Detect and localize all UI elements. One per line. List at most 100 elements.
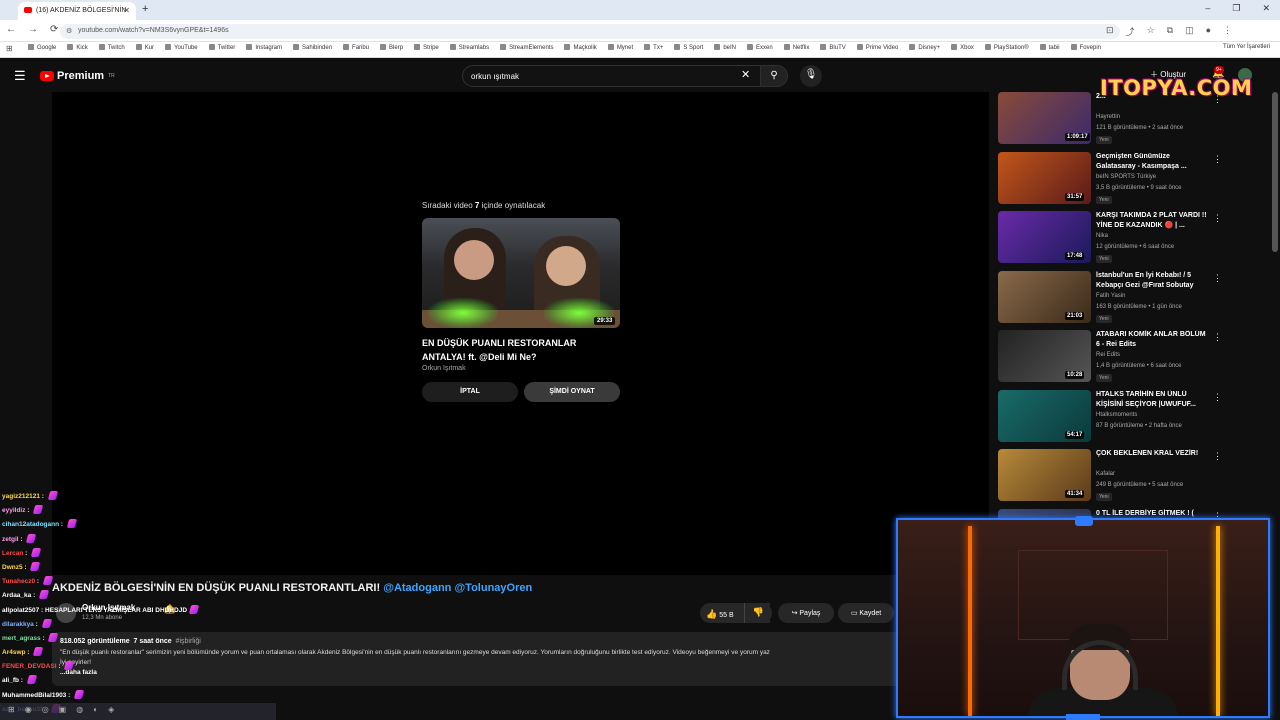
voice-search-button[interactable]: 🎙: [800, 65, 822, 87]
next-video-thumbnail[interactable]: [422, 218, 620, 328]
channel-name[interactable]: Kafalar: [1096, 471, 1115, 477]
bookmark-item[interactable]: beIN: [714, 44, 736, 51]
video-title[interactable]: Geçmişten Günümüze Galatasaray - Kasımpa…: [1096, 152, 1208, 172]
search-button[interactable]: ⚲: [760, 65, 788, 87]
bookmark-item[interactable]: YouTube: [165, 44, 198, 51]
bookmark-item[interactable]: Twitch: [99, 44, 125, 51]
bookmark-item[interactable]: Sahibinden: [293, 44, 332, 51]
close-window-icon[interactable]: ✕: [1262, 3, 1270, 14]
recommended-video[interactable]: 31:57 Geçmişten Günümüze Galatasaray - Ka…: [998, 151, 1228, 204]
video-title[interactable]: HTALKS TARİHİN EN ÜNLÜ KİŞİSİNİ SEÇİYOR …: [1096, 390, 1208, 410]
mentioned-channels[interactable]: @Atadogann @TolunayOren: [383, 582, 532, 594]
taskbar-app-icon[interactable]: ◍: [76, 705, 83, 714]
bookmark-item[interactable]: Netflix: [784, 44, 810, 51]
recommended-video[interactable]: 41:34 ÇOK BEKLENEN KRAL VEZİR! Kafalar 249 …: [998, 449, 1228, 501]
bookmark-item[interactable]: tabii: [1040, 44, 1060, 51]
search-input[interactable]: orkun ışıtmak: [462, 65, 762, 87]
browser-tab-strip: [0, 0, 1280, 20]
channel-name[interactable]: Hayrettin: [1096, 114, 1120, 120]
bookmark-item[interactable]: BluTV: [820, 44, 845, 51]
more-actions-icon[interactable]: ⋮: [1213, 332, 1222, 343]
more-actions-icon[interactable]: ⋮: [1213, 154, 1222, 165]
more-actions-icon[interactable]: ⋮: [1213, 273, 1222, 284]
install-icon[interactable]: ⊡: [1106, 25, 1114, 38]
bookmark-item[interactable]: Instagram: [246, 44, 282, 51]
close-tab-icon[interactable]: ✕: [123, 6, 130, 15]
recommended-video[interactable]: 54:17 HTALKS TARİHİN EN ÜNLÜ KİŞİSİNİ SEÇ…: [998, 389, 1228, 442]
bookmark-item[interactable]: Tx+: [644, 44, 663, 51]
taskbar-app-icon[interactable]: ◉: [25, 705, 32, 714]
maximize-icon[interactable]: ❐: [1232, 3, 1240, 14]
cancel-autoplay-button[interactable]: İPTAL: [422, 382, 518, 402]
recommended-video[interactable]: 21:03 İstanbul'un En İyi Kebabı! / 5 Keba…: [998, 270, 1228, 323]
recommended-video[interactable]: 17:48 KARŞI TAKIMDA 2 PLAT VARDI !! YİNE …: [998, 211, 1228, 263]
bookmark-star-icon[interactable]: ☆: [1147, 25, 1155, 38]
extensions-icon[interactable]: ⧉: [1167, 25, 1173, 38]
channel-name[interactable]: Rei Edits: [1096, 352, 1120, 358]
bookmark-item[interactable]: Google: [28, 44, 56, 51]
taskbar-app-icon[interactable]: ◎: [42, 705, 49, 714]
minimize-icon[interactable]: –: [1205, 3, 1210, 14]
video-title[interactable]: ÇOK BEKLENEN KRAL VEZİR!: [1096, 449, 1208, 459]
all-bookmarks[interactable]: Tüm Yer İşaretleri: [1223, 44, 1270, 50]
youtube-logo[interactable]: Premium TR: [40, 70, 115, 82]
taskbar-app-icon[interactable]: ◐: [93, 705, 98, 714]
thumbs-up-icon: 👍: [706, 609, 718, 619]
hamburger-menu-icon[interactable]: ☰: [14, 68, 26, 84]
channel-name[interactable]: Nika: [1096, 233, 1108, 239]
sidebar-scrollbar[interactable]: [1272, 92, 1278, 252]
channel-name[interactable]: beIN SPORTS Türkiye: [1096, 174, 1156, 180]
next-video-channel[interactable]: Orkun Işıtmak: [422, 365, 466, 372]
video-title[interactable]: İstanbul'un En İyi Kebabı! / 5 Kebapçı G…: [1096, 271, 1208, 291]
bookmark-item[interactable]: S Sport: [674, 44, 703, 51]
profile-icon[interactable]: ●: [1206, 25, 1211, 38]
recommended-video[interactable]: 10:28 ATABARI KOMİK ANLAR BÖLÜM 6 - Rei E…: [998, 330, 1228, 382]
more-actions-icon[interactable]: ⋮: [1213, 451, 1222, 462]
apps-icon[interactable]: ⊞: [6, 44, 13, 53]
clear-search-icon[interactable]: ✕: [741, 68, 750, 81]
bookmark-item[interactable]: Faribu: [343, 44, 369, 51]
chat-emote-icon: [38, 590, 50, 600]
share-button[interactable]: ↪ Paylaş: [778, 603, 834, 623]
next-video-title[interactable]: EN DÜŞÜK PUANLI RESTORANLAR ANTALYA! ft.…: [422, 336, 622, 364]
video-title[interactable]: ATABARI KOMİK ANLAR BÖLÜM 6 - Rei Edits: [1096, 330, 1208, 350]
bookmark-item[interactable]: Exxen: [747, 44, 773, 51]
more-actions-icon[interactable]: ⋮: [1213, 213, 1222, 224]
back-icon[interactable]: ←: [6, 24, 16, 35]
bookmark-item[interactable]: Kick: [67, 44, 87, 51]
menu-icon[interactable]: ⋮: [1223, 25, 1232, 38]
forward-icon[interactable]: →: [28, 24, 38, 35]
bookmark-item[interactable]: Stripe: [414, 44, 439, 51]
bookmark-item[interactable]: Mynet: [608, 44, 633, 51]
share-icon[interactable]: ⤴: [1126, 25, 1135, 38]
taskbar-app-icon[interactable]: ▣: [59, 705, 67, 714]
bookmark-item[interactable]: Prime Video: [857, 44, 899, 51]
bookmark-item[interactable]: Blerp: [380, 44, 403, 51]
sidepanel-icon[interactable]: ◫: [1185, 25, 1194, 38]
bookmark-item[interactable]: StreamElements: [500, 44, 553, 51]
channel-name[interactable]: Htalksmoments: [1096, 412, 1137, 418]
play-now-button[interactable]: ŞİMDİ OYNAT: [524, 382, 620, 402]
video-title[interactable]: KARŞI TAKIMDA 2 PLAT VARDI !! YİNE DE KA…: [1096, 211, 1208, 231]
dislike-button[interactable]: 👎: [744, 603, 772, 623]
country-code: TR: [108, 73, 115, 79]
channel-name[interactable]: Fatih Yasin: [1096, 293, 1125, 299]
more-actions-icon[interactable]: ⋮: [1213, 392, 1222, 403]
windows-start-icon[interactable]: ⊞: [8, 705, 15, 714]
save-button[interactable]: ▭ Kaydet: [838, 603, 894, 623]
bookmark-item[interactable]: Disney+: [909, 44, 940, 51]
site-info-icon[interactable]: ⚙: [66, 27, 72, 35]
bookmark-item[interactable]: Fovepin: [1071, 44, 1101, 51]
browser-tab[interactable]: (16) AKDENİZ BÖLGESİ'NİN ✕: [18, 2, 136, 20]
bookmark-item[interactable]: Xbox: [951, 44, 974, 51]
taskbar-app-icon[interactable]: ◈: [108, 705, 114, 714]
chat-message: Dwnz5 :: [2, 561, 202, 575]
new-tab-icon[interactable]: +: [142, 3, 148, 15]
bookmark-item[interactable]: Twitter: [209, 44, 236, 51]
bookmark-item[interactable]: Maçkolik: [564, 44, 596, 51]
reload-icon[interactable]: ⟳: [50, 24, 58, 35]
bookmark-item[interactable]: Kur: [136, 44, 154, 51]
bookmark-item[interactable]: PlayStation®: [985, 44, 1029, 51]
address-bar[interactable]: ⚙ youtube.com/watch?v=NM3S6vynGPE&t=1496…: [60, 24, 1120, 39]
bookmark-item[interactable]: Streamlabs: [450, 44, 489, 51]
